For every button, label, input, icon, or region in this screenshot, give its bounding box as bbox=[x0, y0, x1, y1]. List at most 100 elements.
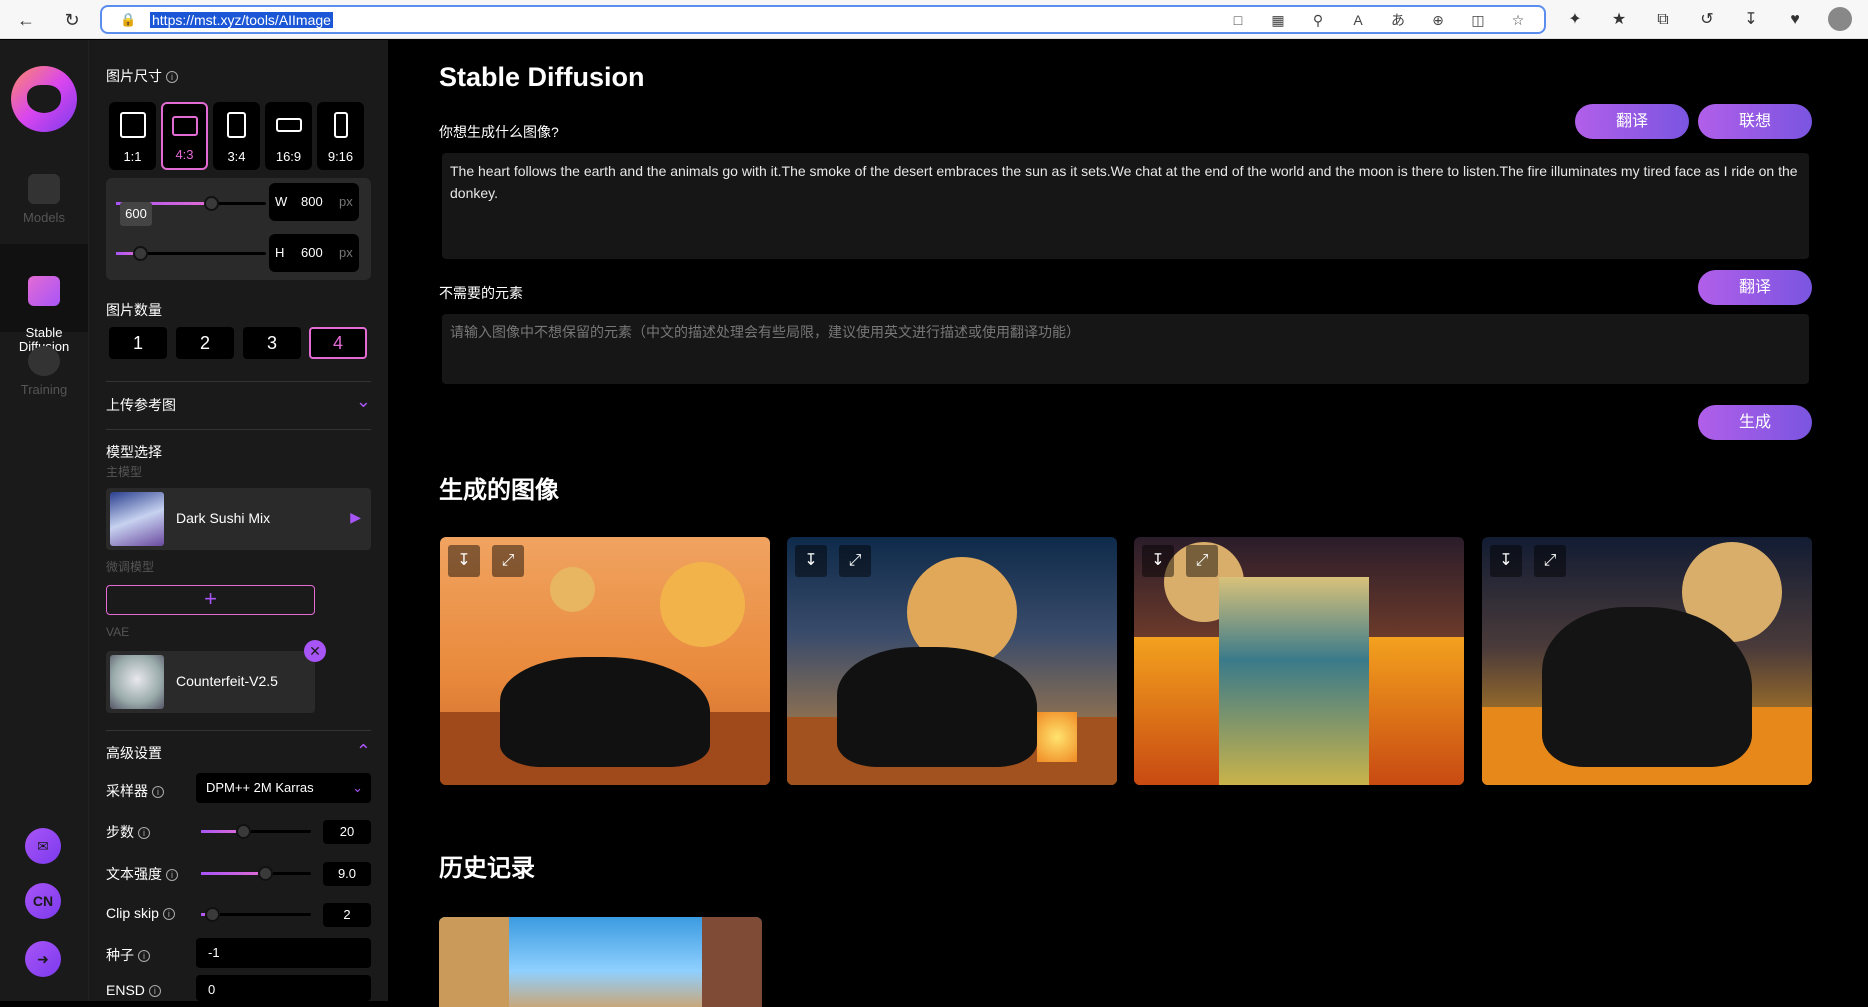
ratio-16-9[interactable]: 16:9 bbox=[265, 102, 312, 170]
expand-icon[interactable]: ⤢ bbox=[839, 545, 871, 577]
apps-icon[interactable]: ▦ bbox=[1268, 11, 1288, 29]
app-logo[interactable] bbox=[11, 66, 77, 132]
profile-avatar[interactable] bbox=[1828, 7, 1852, 31]
collections-icon[interactable]: ⧉ bbox=[1651, 8, 1675, 32]
star-icon[interactable]: ☆ bbox=[1508, 11, 1528, 29]
translate-negative-button[interactable]: 翻译 bbox=[1698, 270, 1812, 305]
download-icon[interactable]: ↧ bbox=[795, 545, 827, 577]
cfg-slider[interactable] bbox=[201, 866, 311, 881]
ensd-input[interactable]: 0 bbox=[196, 975, 371, 1001]
generate-button[interactable]: 生成 bbox=[1698, 405, 1812, 440]
download-icon[interactable]: ↧ bbox=[448, 545, 480, 577]
language-button[interactable]: CN bbox=[25, 883, 61, 919]
steps-slider[interactable] bbox=[201, 824, 311, 839]
main-model-label: 主模型 bbox=[106, 465, 143, 479]
count-1-button[interactable]: 1 bbox=[109, 327, 167, 359]
download-icon[interactable]: ↧ bbox=[1142, 545, 1174, 577]
hexagon-icon bbox=[28, 174, 60, 204]
count-2-button[interactable]: 2 bbox=[176, 327, 234, 359]
generated-image-1[interactable]: ↧ ⤢ bbox=[440, 537, 770, 785]
generated-image-4[interactable]: ↧ ⤢ bbox=[1482, 537, 1812, 785]
zoom-icon[interactable]: ⊕ bbox=[1428, 11, 1448, 29]
play-icon[interactable]: ▶ bbox=[350, 509, 361, 526]
main-content: Stable Diffusion 你想生成什么图像? 翻译 联想 The hea… bbox=[388, 40, 1868, 1007]
favorites-icon[interactable]: ★ bbox=[1607, 8, 1631, 32]
back-icon[interactable]: ← bbox=[14, 8, 38, 32]
clip-skip-value[interactable]: 2 bbox=[323, 903, 371, 927]
negative-label: 不需要的元素 bbox=[439, 285, 523, 301]
image-icon bbox=[28, 276, 60, 306]
add-finetune-button[interactable]: + bbox=[106, 585, 315, 615]
address-bar[interactable]: 🔒 https://mst.xyz/tools/AIImage □ ▦ ⚲ A … bbox=[100, 5, 1546, 34]
download-icon[interactable]: ↧ bbox=[1490, 545, 1522, 577]
chevron-down-icon: ⌄ bbox=[352, 780, 363, 795]
left-rail: Models Stable Diffusion Training ✉ CN ➜ bbox=[0, 40, 88, 1001]
page-title: Stable Diffusion bbox=[439, 62, 645, 92]
ratio-4-3[interactable]: 4:3 bbox=[161, 102, 208, 170]
vae-model-card[interactable]: Counterfeit-V2.5 bbox=[106, 651, 315, 713]
expand-icon[interactable]: ⤢ bbox=[492, 545, 524, 577]
height-input[interactable]: H 600 px bbox=[269, 234, 359, 272]
history-icon[interactable]: ↺ bbox=[1695, 8, 1719, 32]
read-aloud-icon[interactable]: A bbox=[1348, 11, 1368, 29]
generated-title: 生成的图像 bbox=[439, 477, 559, 504]
rail-item-models[interactable]: Models bbox=[0, 170, 88, 240]
rail-item-stable-diffusion[interactable]: Stable Diffusion bbox=[0, 244, 88, 354]
info-icon: i bbox=[166, 71, 178, 84]
height-tooltip: 600 bbox=[120, 202, 152, 226]
translate-button[interactable]: 翻译 bbox=[1575, 104, 1689, 139]
split-view-icon[interactable]: ◫ bbox=[1468, 11, 1488, 29]
main-model-card[interactable]: Dark Sushi Mix ▶ bbox=[106, 488, 371, 550]
generated-image-2[interactable]: ↧ ⤢ bbox=[787, 537, 1117, 785]
cfg-value[interactable]: 9.0 bbox=[323, 862, 371, 886]
size-label: 图片尺寸 i bbox=[106, 66, 178, 86]
model-label: 模型选择 bbox=[106, 444, 162, 460]
count-4-button[interactable]: 4 bbox=[309, 327, 367, 359]
expand-icon[interactable]: ⤢ bbox=[1534, 545, 1566, 577]
chevron-up-icon: ⌃ bbox=[355, 741, 371, 761]
steps-label: 步数 i bbox=[106, 822, 150, 842]
url-text[interactable]: https://mst.xyz/tools/AIImage bbox=[150, 12, 333, 28]
upload-reference-toggle[interactable]: 上传参考图 ⌄ bbox=[106, 391, 371, 419]
seed-input[interactable]: -1 bbox=[196, 938, 371, 968]
sampler-label: 采样器 i bbox=[106, 781, 164, 801]
prompt-textarea[interactable]: The heart follows the earth and the anim… bbox=[442, 153, 1809, 259]
rail-item-training[interactable]: Training bbox=[0, 346, 88, 406]
model-thumbnail bbox=[110, 492, 164, 546]
lightbulb-icon bbox=[28, 346, 60, 376]
size-controls: 600 W 800 px H 600 px bbox=[106, 178, 371, 280]
device-icon[interactable]: □ bbox=[1228, 11, 1248, 29]
remove-vae-icon[interactable]: ✕ bbox=[304, 640, 326, 662]
lock-icon: 🔒 bbox=[120, 12, 137, 27]
key-icon[interactable]: ⚲ bbox=[1308, 11, 1328, 29]
finetune-label: 微调模型 bbox=[106, 560, 155, 574]
history-image-1[interactable] bbox=[439, 917, 762, 1007]
generated-image-3[interactable]: ↧ ⤢ bbox=[1134, 537, 1464, 785]
translate-icon[interactable]: あ bbox=[1388, 11, 1408, 29]
steps-value[interactable]: 20 bbox=[323, 820, 371, 844]
mail-icon[interactable]: ✉ bbox=[25, 828, 61, 864]
count-3-button[interactable]: 3 bbox=[243, 327, 301, 359]
expand-icon[interactable]: ⤢ bbox=[1186, 545, 1218, 577]
associate-button[interactable]: 联想 bbox=[1698, 104, 1812, 139]
downloads-icon[interactable]: ↧ bbox=[1739, 8, 1763, 32]
logout-icon[interactable]: ➜ bbox=[25, 941, 61, 977]
prompt-label: 你想生成什么图像? bbox=[439, 124, 559, 140]
vae-label: VAE bbox=[106, 625, 130, 639]
height-slider[interactable] bbox=[116, 246, 266, 261]
refresh-icon[interactable]: ↻ bbox=[60, 8, 84, 32]
seed-label: 种子 i bbox=[106, 945, 150, 965]
history-title: 历史记录 bbox=[439, 855, 535, 882]
advanced-settings-toggle[interactable]: 高级设置 ⌃ bbox=[106, 741, 371, 763]
sampler-select[interactable]: DPM++ 2M Karras ⌄ bbox=[196, 773, 371, 803]
count-label: 图片数量 bbox=[106, 302, 162, 318]
cfg-label: 文本强度 i bbox=[106, 864, 178, 884]
ratio-9-16[interactable]: 9:16 bbox=[317, 102, 364, 170]
ratio-1-1[interactable]: 1:1 bbox=[109, 102, 156, 170]
clip-skip-slider[interactable] bbox=[201, 907, 311, 922]
negative-textarea[interactable]: 请输入图像中不想保留的元素（中文的描述处理会有些局限，建议使用英文进行描述或使用… bbox=[442, 314, 1809, 384]
width-input[interactable]: W 800 px bbox=[269, 183, 359, 221]
extensions-icon[interactable]: ✦ bbox=[1563, 8, 1587, 32]
ratio-3-4[interactable]: 3:4 bbox=[213, 102, 260, 170]
performance-icon[interactable]: ♥ bbox=[1783, 8, 1807, 32]
